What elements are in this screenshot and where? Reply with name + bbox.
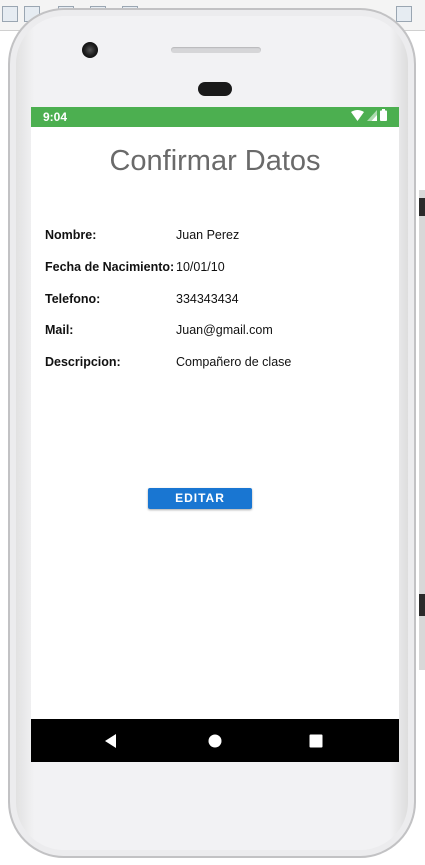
front-camera-icon <box>82 42 98 58</box>
phone-screen: 9:04 Confirmar Datos Nombre: Juan Perez <box>31 107 399 762</box>
field-label: Mail: <box>45 323 74 337</box>
status-icons <box>351 108 387 126</box>
field-label: Nombre: <box>45 228 97 242</box>
field-value: Juan@gmail.com <box>176 323 273 337</box>
back-icon[interactable] <box>101 731 121 751</box>
field-value: 334343434 <box>176 292 239 306</box>
home-icon[interactable] <box>205 731 225 751</box>
field-value: Juan Perez <box>176 228 240 242</box>
field-label: Fecha de Nacimiento: <box>45 260 175 274</box>
field-label: Telefono: <box>45 292 101 306</box>
field-row-mail: Mail: Juan@gmail.com <box>45 323 385 341</box>
earpiece-speaker <box>171 47 261 53</box>
field-value: 10/01/10 <box>176 260 225 274</box>
field-row-telefono: Telefono: 334343434 <box>45 292 385 310</box>
navigation-bar <box>31 719 399 762</box>
field-label: Descripcion: <box>45 355 121 369</box>
recents-icon[interactable] <box>306 731 326 751</box>
proximity-sensor <box>198 82 232 96</box>
align-left-icon[interactable] <box>2 6 18 22</box>
status-bar: 9:04 <box>31 107 399 127</box>
layout-grid-icon[interactable] <box>396 6 412 22</box>
field-row-fecha-nacimiento: Fecha de Nacimiento: 10/01/10 <box>45 260 385 278</box>
emulator-window: 9:04 Confirmar Datos Nombre: Juan Perez <box>0 0 425 865</box>
ide-panel-block <box>419 594 425 616</box>
phone-frame: 9:04 Confirmar Datos Nombre: Juan Perez <box>8 8 416 858</box>
status-time: 9:04 <box>43 110 68 124</box>
field-row-descripcion: Descripcion: Compañero de clase <box>45 355 385 373</box>
signal-icon <box>367 108 377 126</box>
edit-button[interactable]: EDITAR <box>148 488 252 509</box>
ide-panel-block <box>419 198 425 216</box>
ide-side-panel <box>419 190 425 670</box>
field-row-nombre: Nombre: Juan Perez <box>45 228 385 246</box>
field-value: Compañero de clase <box>176 355 292 369</box>
wifi-icon <box>351 108 364 126</box>
page-title: Confirmar Datos <box>109 145 321 177</box>
battery-icon <box>380 108 387 126</box>
